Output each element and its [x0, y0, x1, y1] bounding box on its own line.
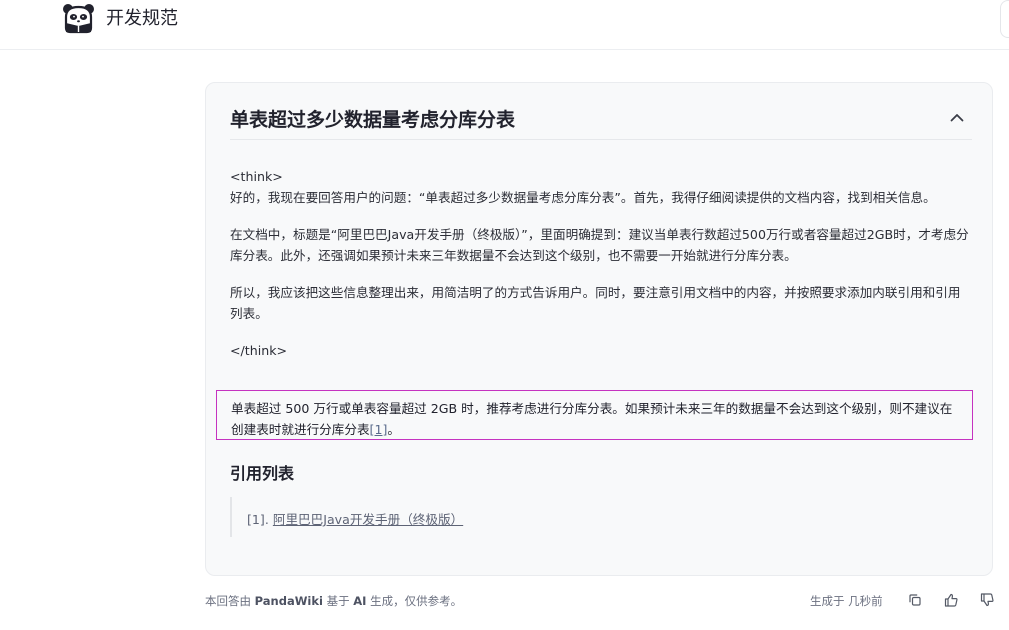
top-bar: 开发规范	[0, 0, 1009, 50]
reference-index: [1].	[247, 512, 269, 527]
disclaimer-prefix: 本回答由	[205, 594, 255, 608]
think-close-tag: </think>	[230, 343, 288, 358]
brand-title[interactable]: 开发规范	[106, 8, 178, 30]
answer-text: 单表超过 500 万行或单表容量超过 2GB 时，推荐考虑进行分库分表。如果预计…	[216, 390, 973, 440]
references-heading: 引用列表	[230, 464, 295, 483]
thumbs-up-icon[interactable]	[943, 592, 959, 608]
thumbs-down-icon[interactable]	[979, 592, 995, 608]
think-block: <think> 好的，我现在要回答用户的问题：“单表超过多少数据量考虑分库分表”…	[230, 167, 970, 362]
answer-end: 。	[387, 421, 400, 437]
think-paragraph: 好的，我现在要回答用户的问题：“单表超过多少数据量考虑分库分表”。首先，我得仔细…	[230, 189, 936, 205]
ai-disclaimer: 本回答由 PandaWiki 基于 AI 生成，仅供参考。	[205, 593, 462, 609]
generated-time: 生成于 几秒前	[810, 594, 883, 608]
think-paragraph: 所以，我应该把这些信息整理出来，用简洁明了的方式告诉用户。同时，要注意引用文档中…	[230, 285, 961, 321]
search-box-edge[interactable]	[1000, 0, 1009, 38]
copy-icon[interactable]	[907, 592, 923, 608]
panda-logo-icon[interactable]	[62, 3, 95, 34]
question-title: 单表超过多少数据量考虑分库分表	[230, 109, 516, 131]
disclaimer-suffix: 生成，仅供参考。	[366, 594, 463, 608]
answer-card: 单表超过多少数据量考虑分库分表 <think> 好的，我现在要回答用户的问题：“…	[205, 82, 993, 576]
think-open-tag: <think>	[230, 169, 283, 184]
disclaimer-ai: AI	[353, 594, 367, 608]
reference-link[interactable]: 阿里巴巴Java开发手册（终极版）	[273, 512, 463, 527]
disclaimer-brand: PandaWiki	[254, 594, 323, 608]
title-divider	[230, 139, 972, 140]
answer-footer: 本回答由 PandaWiki 基于 AI 生成，仅供参考。 生成于 几秒前	[205, 592, 995, 612]
disclaimer-mid: 基于	[322, 594, 354, 608]
think-paragraph: 在文档中，标题是“阿里巴巴Java开发手册（终极版）”，里面明确提到：建议当单表…	[230, 227, 969, 263]
references-list: [1]. 阿里巴巴Java开发手册（终极版）	[230, 497, 950, 537]
chevron-up-icon[interactable]	[946, 107, 968, 129]
answer-body: 单表超过 500 万行或单表容量超过 2GB 时，推荐考虑进行分库分表。如果预计…	[231, 401, 953, 437]
citation-link[interactable]: [1]	[370, 422, 388, 437]
